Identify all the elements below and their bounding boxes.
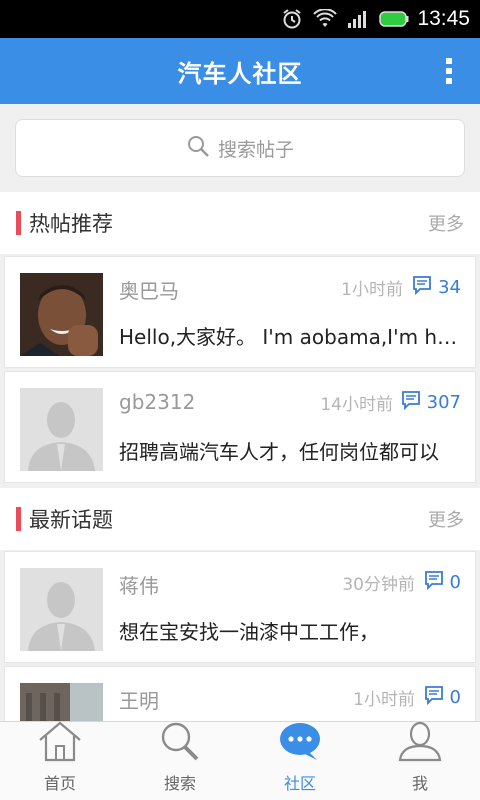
post-item[interactable]: 蒋伟 30分钟前 0 想在宝安找一油漆中工工作， — [4, 551, 476, 663]
post-item[interactable]: 奥巴马 1小时前 34 Hello,大家好。 I'm aobama,I'm he… — [4, 256, 476, 368]
page-title: 汽车人社区 — [177, 59, 303, 88]
home-icon — [37, 720, 83, 766]
tab-community[interactable]: 社区 — [240, 722, 360, 800]
wifi-icon — [313, 9, 338, 29]
search-input[interactable]: 搜索帖子 — [15, 119, 465, 177]
tab-label: 搜索 — [163, 774, 196, 793]
tab-search[interactable]: 搜索 — [120, 722, 240, 800]
default-avatar — [20, 388, 103, 471]
post-snippet: 想在宝安找一油漆中工工作， — [119, 620, 379, 644]
hot-posts-header: 热帖推荐 更多 — [0, 192, 480, 254]
search-icon — [157, 720, 203, 766]
clock-time: 13:45 — [417, 7, 470, 30]
comment-icon — [424, 570, 444, 594]
comment-icon — [412, 275, 432, 299]
post-author: gb2312 — [119, 390, 196, 414]
tab-label: 社区 — [283, 774, 316, 793]
comment-count: 0 — [424, 570, 461, 594]
comment-icon — [401, 390, 421, 414]
post-item[interactable]: gb2312 14小时前 307 招聘高端汽车人才，任何岗位都可以 — [4, 371, 476, 483]
post-author: 王明 — [119, 689, 159, 713]
profile-icon — [397, 720, 443, 766]
comment-count: 307 — [401, 390, 461, 414]
comment-icon — [424, 685, 444, 709]
tab-label: 我 — [411, 774, 428, 793]
comment-number: 34 — [438, 276, 461, 298]
hot-posts-title: 热帖推荐 — [29, 212, 113, 236]
search-area: 搜索帖子 — [0, 104, 480, 192]
post-author: 奥巴马 — [119, 279, 179, 303]
app-header: 汽车人社区 — [0, 38, 480, 104]
latest-topics-more-link[interactable]: 更多 — [428, 506, 464, 532]
status-bar: 13:45 — [0, 0, 480, 38]
avatar — [20, 273, 103, 356]
section-marker — [16, 211, 21, 235]
post-author: 蒋伟 — [119, 574, 159, 598]
community-icon — [277, 720, 323, 766]
comment-number: 0 — [449, 571, 461, 593]
post-time: 14小时前 — [320, 395, 393, 415]
alarm-icon — [281, 8, 303, 30]
comment-count: 34 — [412, 275, 461, 299]
comment-number: 307 — [426, 391, 461, 413]
tab-profile[interactable]: 我 — [360, 720, 480, 800]
post-time: 30分钟前 — [342, 575, 415, 595]
bottom-tab-bar: 首页 搜索 社区 我 — [0, 721, 480, 800]
latest-topics-header: 最新话题 更多 — [0, 488, 480, 550]
tab-home[interactable]: 首页 — [0, 720, 120, 800]
latest-topics-title: 最新话题 — [29, 508, 113, 532]
signal-icon — [347, 9, 369, 29]
search-placeholder: 搜索帖子 — [217, 138, 294, 161]
search-icon — [186, 134, 210, 162]
hot-posts-more-link[interactable]: 更多 — [428, 210, 464, 236]
comment-number: 0 — [449, 686, 461, 708]
post-snippet: 招聘高端汽车人才，任何岗位都可以 — [119, 440, 439, 464]
section-marker — [16, 507, 21, 531]
post-snippet: Hello,大家好。 I'm aobama,I'm here — [119, 325, 461, 349]
post-time: 1小时前 — [341, 280, 403, 300]
battery-icon — [379, 11, 409, 27]
tab-label: 首页 — [43, 774, 76, 793]
comment-count: 0 — [424, 685, 461, 709]
default-avatar — [20, 568, 103, 651]
overflow-menu-icon[interactable] — [446, 58, 454, 84]
post-time: 1小时前 — [353, 690, 415, 710]
